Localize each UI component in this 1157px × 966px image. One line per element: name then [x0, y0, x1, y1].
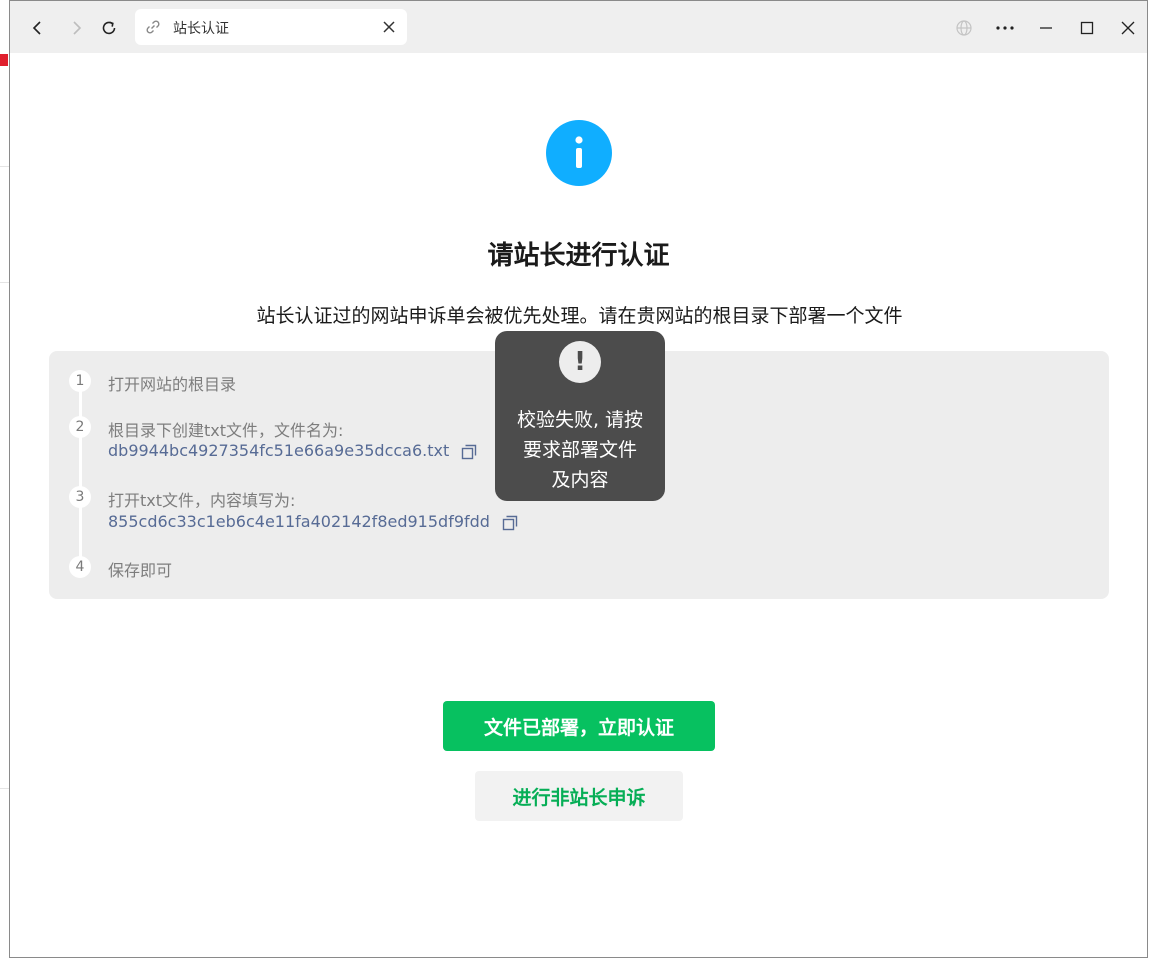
- globe-icon: [956, 20, 972, 36]
- toast-line: 校验失败, 请按: [516, 409, 644, 431]
- browser-window: 站长认证 请站长进行认证 站长认证过的网站申诉单会被优先处理。请在贵网站的根目录…: [9, 0, 1148, 958]
- step-number: 2: [69, 416, 91, 438]
- close-icon: [1121, 21, 1135, 35]
- refresh-icon: [102, 21, 116, 35]
- title-bar: 站长认证: [10, 1, 1147, 53]
- info-glyph-icon: [575, 136, 583, 168]
- close-tab-icon[interactable]: [381, 19, 397, 35]
- minimize-icon: [1040, 27, 1052, 29]
- step-text: 保存即可: [108, 561, 173, 580]
- page-title: 请站长进行认证: [487, 241, 670, 271]
- copy-icon[interactable]: [460, 443, 478, 461]
- maximize-button[interactable]: [1072, 13, 1102, 43]
- globe-button[interactable]: [949, 13, 979, 43]
- non-owner-appeal-button[interactable]: 进行非站长申诉: [475, 771, 683, 821]
- steps-timeline: [79, 379, 82, 567]
- copy-icon[interactable]: [501, 514, 519, 532]
- link-icon: [146, 20, 160, 34]
- page-description: 站长认证过的网站申诉单会被优先处理。请在贵网站的根目录下部署一个文件: [256, 305, 903, 327]
- close-window-button[interactable]: [1113, 13, 1143, 43]
- back-button[interactable]: [22, 13, 52, 43]
- toast-line: 要求部署文件: [522, 439, 637, 461]
- verify-now-button[interactable]: 文件已部署，立即认证: [443, 701, 715, 751]
- warning-symbol: !: [574, 347, 586, 377]
- background-divider: [0, 788, 9, 789]
- content-text[interactable]: 855cd6c33c1eb6c4e11fa402142f8ed915df9fdd: [108, 512, 490, 531]
- info-icon: [546, 120, 612, 186]
- step-text: 打开网站的根目录: [108, 375, 237, 394]
- back-arrow-icon: [32, 21, 41, 35]
- content-value[interactable]: 855cd6c33c1eb6c4e11fa402142f8ed915df9fdd: [108, 512, 519, 532]
- browser-tab[interactable]: 站长认证: [135, 9, 407, 45]
- maximize-icon: [1080, 21, 1094, 35]
- filename-text[interactable]: db9944bc4927354fc51e66a9e35dcca6.txt: [108, 441, 449, 460]
- forward-button[interactable]: [62, 13, 92, 43]
- forward-arrow-icon: [73, 21, 82, 35]
- background-divider: [0, 282, 9, 283]
- refresh-button[interactable]: [94, 13, 124, 43]
- step-number: 1: [69, 370, 91, 392]
- background-divider: [0, 166, 9, 167]
- toast-message: 校验失败, 请按 要求部署文件 及内容: [505, 405, 655, 495]
- step-text: 打开txt文件，内容填写为:: [108, 491, 296, 510]
- tab-title: 站长认证: [173, 21, 229, 37]
- minimize-button[interactable]: [1031, 13, 1061, 43]
- warning-icon: !: [559, 341, 601, 383]
- filename-value[interactable]: db9944bc4927354fc51e66a9e35dcca6.txt: [108, 441, 478, 461]
- more-icon: [996, 26, 1014, 30]
- page-content: 请站长进行认证 站长认证过的网站申诉单会被优先处理。请在贵网站的根目录下部署一个…: [10, 53, 1147, 957]
- toast-line: 及内容: [551, 469, 609, 491]
- more-menu-button[interactable]: [990, 13, 1020, 43]
- background-accent: [0, 54, 8, 66]
- step-text: 根目录下创建txt文件，文件名为:: [108, 421, 344, 440]
- step-number: 4: [69, 556, 91, 578]
- error-toast: ! 校验失败, 请按 要求部署文件 及内容: [495, 331, 665, 501]
- step-number: 3: [69, 486, 91, 508]
